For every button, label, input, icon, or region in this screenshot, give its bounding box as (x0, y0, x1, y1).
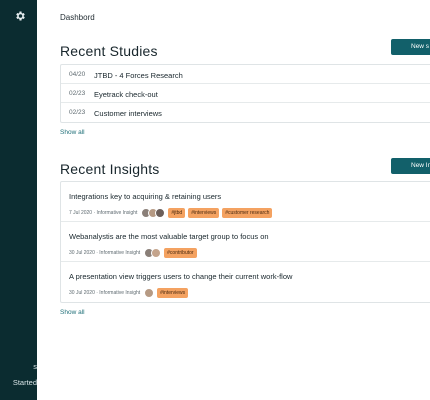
insight-title: Integrations key to acquiring & retainin… (69, 192, 222, 201)
breadcrumb: Dashbord (60, 13, 95, 22)
insights-list: Integrations key to acquiring & retainin… (60, 181, 430, 303)
studies-show-all-link[interactable]: Show all (60, 129, 85, 136)
insight-date: 30 Jul 2020 · Informative Insight (69, 250, 141, 256)
insight-row[interactable]: Integrations key to acquiring & retainin… (61, 182, 430, 222)
sidebar-item-getting-started[interactable]: Started (0, 378, 37, 387)
avatar-group (141, 208, 166, 218)
avatar (151, 248, 162, 258)
new-insight-button[interactable]: New In (391, 158, 430, 174)
tag[interactable]: #contributor (164, 248, 197, 258)
study-row[interactable]: 02/23 Eyetrack check-out 1 (61, 84, 430, 103)
avatar-group (144, 288, 155, 298)
recent-studies-title: Recent Studies (60, 43, 158, 59)
studies-list: 04/20 JTBD - 4 Forces Research 1 02/23 E… (60, 64, 430, 123)
study-row[interactable]: 04/20 JTBD - 4 Forces Research 1 (61, 65, 430, 84)
recent-insights-title: Recent Insights (60, 161, 160, 177)
study-date: 04/20 (69, 71, 86, 78)
avatar-group (144, 248, 162, 258)
tag[interactable]: #customer research (222, 208, 273, 218)
study-title: JTBD - 4 Forces Research (94, 71, 183, 80)
insight-meta: 7 Jul 2020 · Informative Insight #jtbd #… (69, 207, 275, 219)
new-study-button[interactable]: New s (391, 39, 430, 55)
avatar (144, 288, 155, 298)
study-date: 02/23 (69, 90, 86, 97)
insight-row[interactable]: Webanalystis are the most valuable targe… (61, 222, 430, 262)
insight-date: 30 Jul 2020 · Informative Insight (69, 290, 141, 296)
study-date: 02/23 (69, 109, 86, 116)
insights-show-all-link[interactable]: Show all (60, 309, 85, 316)
avatar (155, 208, 166, 218)
gear-icon[interactable] (14, 10, 26, 22)
insight-date: 7 Jul 2020 · Informative Insight (69, 210, 138, 216)
insight-row[interactable]: A presentation view triggers users to ch… (61, 262, 430, 302)
study-row[interactable]: 02/23 Customer interviews 1 (61, 103, 430, 122)
insight-title: A presentation view triggers users to ch… (69, 272, 293, 281)
tag[interactable]: #interviews (157, 288, 189, 298)
insight-meta: 30 Jul 2020 · Informative Insight #contr… (69, 247, 200, 259)
sidebar-item-1[interactable]: s (0, 362, 37, 371)
study-title: Eyetrack check-out (94, 90, 158, 99)
study-title: Customer interviews (94, 109, 162, 118)
tag[interactable]: #jtbd (168, 208, 186, 218)
tag[interactable]: #interviews (188, 208, 220, 218)
insight-meta: 30 Jul 2020 · Informative Insight #inter… (69, 287, 191, 299)
main-content: Dashbord Recent Studies New s 04/20 JTBD… (37, 0, 430, 400)
insight-title: Webanalystis are the most valuable targe… (69, 232, 269, 241)
sidebar: s Started (0, 0, 37, 400)
